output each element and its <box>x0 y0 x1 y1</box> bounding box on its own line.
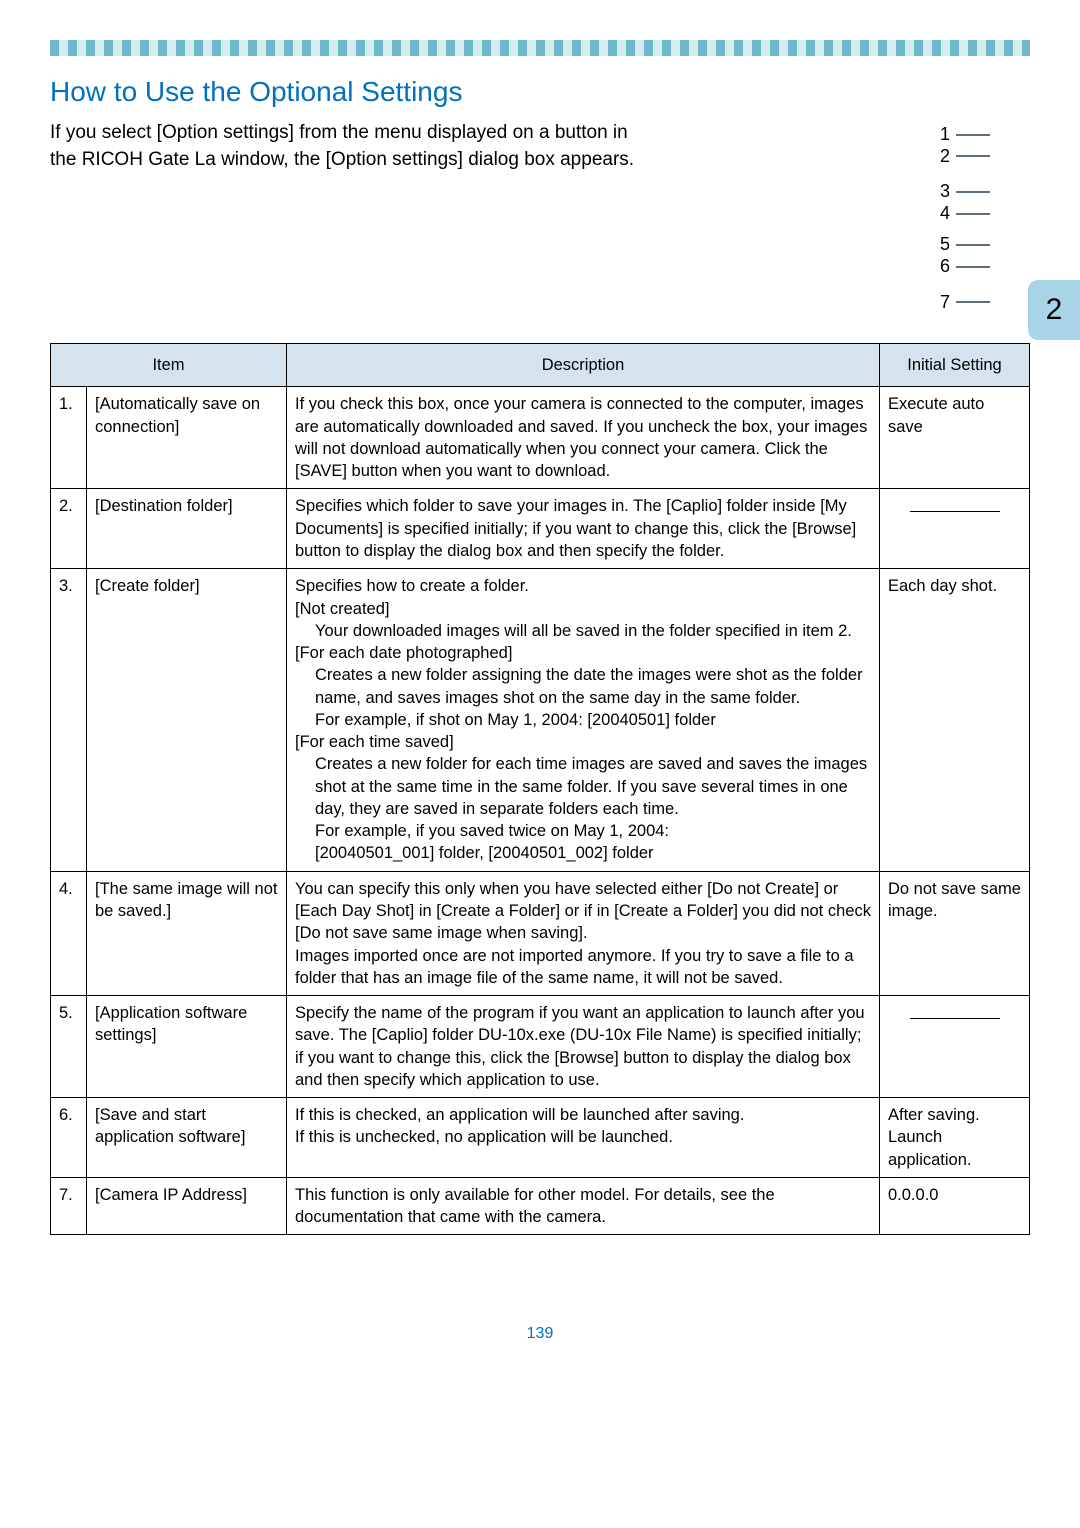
desc-line: Creates a new folder assigning the date … <box>315 664 871 709</box>
desc-line: Specifies how to create a folder. <box>295 575 871 597</box>
row-item: [Application software settings] <box>87 996 287 1098</box>
row-description: If you check this box, once your camera … <box>287 387 880 489</box>
row-initial: Each day shot. <box>880 569 1030 871</box>
desc-line: [20040501_001] folder, [20040501_002] fo… <box>315 842 871 864</box>
callout-numbers: 1 2 3 4 5 6 7 <box>940 124 990 313</box>
desc-line: Your downloaded images will all be saved… <box>315 620 871 642</box>
row-description: Specifies how to create a folder. [Not c… <box>287 569 880 871</box>
settings-table: Item Description Initial Setting 1. [Aut… <box>50 343 1030 1235</box>
page-title: How to Use the Optional Settings <box>50 76 1030 108</box>
row-description: Specify the name of the program if you w… <box>287 996 880 1098</box>
row-initial <box>880 996 1030 1098</box>
row-number: 6. <box>51 1098 87 1178</box>
callout-leader-icon <box>956 213 990 215</box>
row-item: [Destination folder] <box>87 489 287 569</box>
row-number: 1. <box>51 387 87 489</box>
callout-leader-icon <box>956 301 990 303</box>
table-row: 3. [Create folder] Specifies how to crea… <box>51 569 1030 871</box>
table-header-row: Item Description Initial Setting <box>51 344 1030 387</box>
desc-line: [For each time saved] <box>295 731 871 753</box>
callout-line: 5 <box>940 234 990 256</box>
callout-leader-icon <box>956 191 990 193</box>
row-item: [Camera IP Address] <box>87 1177 287 1235</box>
callout-num: 2 <box>940 146 950 168</box>
intro-text: If you select [Option settings] from the… <box>50 120 635 173</box>
row-number: 7. <box>51 1177 87 1235</box>
row-item: [Save and start application software] <box>87 1098 287 1178</box>
col-header-description: Description <box>287 344 880 387</box>
table-row: 5. [Application software settings] Speci… <box>51 996 1030 1098</box>
callout-leader-icon <box>956 155 990 157</box>
row-description: This function is only available for othe… <box>287 1177 880 1235</box>
callout-line: 6 <box>940 256 990 278</box>
table-row: 2. [Destination folder] Specifies which … <box>51 489 1030 569</box>
callout-num: 7 <box>940 292 950 314</box>
chapter-tab-number: 2 <box>1046 293 1063 327</box>
row-item: [The same image will not be saved.] <box>87 871 287 995</box>
row-initial: Do not save same image. <box>880 871 1030 995</box>
callout-num: 3 <box>940 181 950 203</box>
callout-leader-icon <box>956 244 990 246</box>
col-header-initial: Initial Setting <box>880 344 1030 387</box>
row-description: Specifies which folder to save your imag… <box>287 489 880 569</box>
row-number: 2. <box>51 489 87 569</box>
row-item: [Automatically save on connection] <box>87 387 287 489</box>
row-initial: After saving. Launch application. <box>880 1098 1030 1178</box>
callout-num: 5 <box>940 234 950 256</box>
blank-line-icon <box>910 1018 1000 1019</box>
blank-line-icon <box>910 511 1000 512</box>
table-row: 7. [Camera IP Address] This function is … <box>51 1177 1030 1235</box>
callout-line: 4 <box>940 203 990 225</box>
row-number: 5. <box>51 996 87 1098</box>
desc-line: For example, if you saved twice on May 1… <box>315 820 871 842</box>
callout-line: 3 <box>940 181 990 203</box>
callout-leader-icon <box>956 134 990 136</box>
row-number: 4. <box>51 871 87 995</box>
callout-line: 7 <box>940 292 990 314</box>
table-row: 6. [Save and start application software]… <box>51 1098 1030 1178</box>
desc-line: For example, if shot on May 1, 2004: [20… <box>315 709 871 731</box>
table-row: 4. [The same image will not be saved.] Y… <box>51 871 1030 995</box>
desc-line: [For each date photographed] <box>295 642 871 664</box>
callout-leader-icon <box>956 266 990 268</box>
callout-line: 1 <box>940 124 990 146</box>
decorative-top-border <box>50 40 1030 56</box>
page-number: 139 <box>50 1325 1030 1343</box>
callout-num: 4 <box>940 203 950 225</box>
desc-line: [Not created] <box>295 598 871 620</box>
table-row: 1. [Automatically save on connection] If… <box>51 387 1030 489</box>
callout-line: 2 <box>940 146 990 168</box>
desc-line: Creates a new folder for each time image… <box>315 753 871 820</box>
row-initial: Execute auto save <box>880 387 1030 489</box>
row-item: [Create folder] <box>87 569 287 871</box>
row-number: 3. <box>51 569 87 871</box>
row-initial <box>880 489 1030 569</box>
callout-num: 6 <box>940 256 950 278</box>
row-description: If this is checked, an application will … <box>287 1098 880 1178</box>
chapter-tab: 2 <box>1028 280 1080 340</box>
intro-section: If you select [Option settings] from the… <box>50 120 1030 313</box>
row-description: You can specify this only when you have … <box>287 871 880 995</box>
col-header-item: Item <box>51 344 287 387</box>
callout-num: 1 <box>940 124 950 146</box>
row-initial: 0.0.0.0 <box>880 1177 1030 1235</box>
